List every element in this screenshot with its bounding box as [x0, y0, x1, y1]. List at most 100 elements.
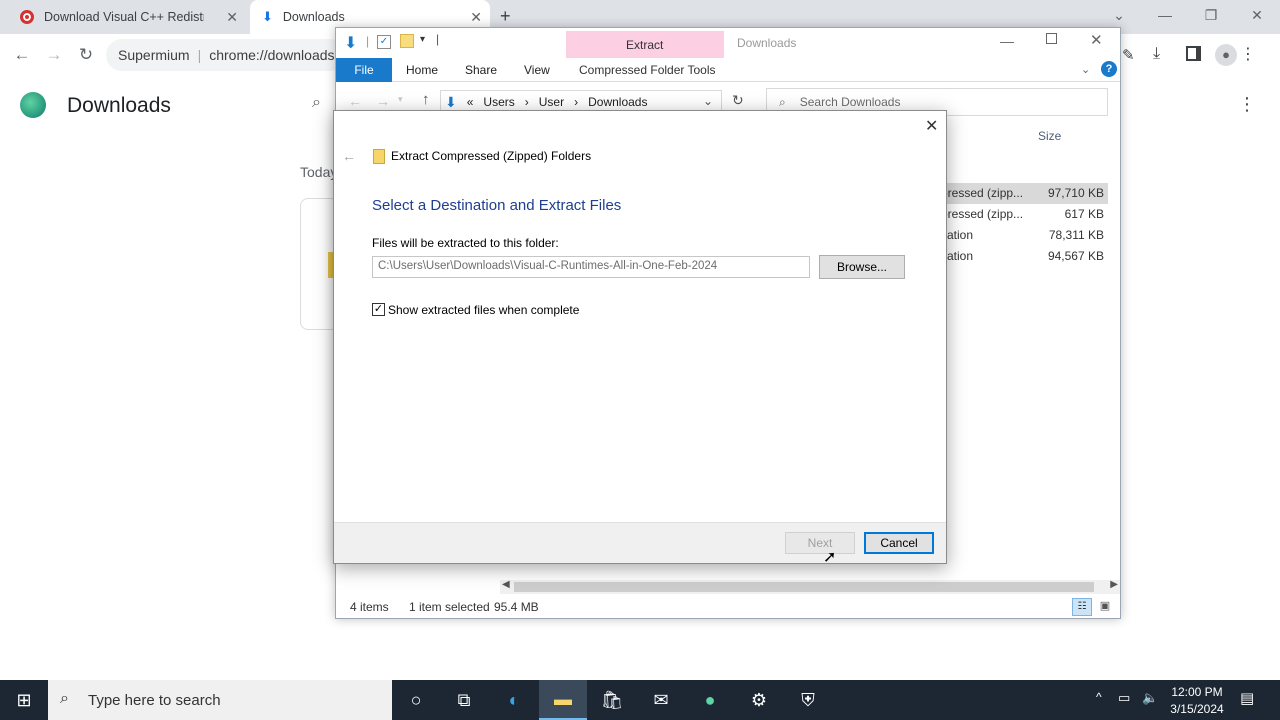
back-icon[interactable]: ←: [348, 93, 362, 109]
tab-home[interactable]: Home: [406, 58, 438, 82]
side-panel-icon[interactable]: [1186, 46, 1201, 61]
show-files-checkbox[interactable]: ✓: [372, 303, 385, 316]
refresh-icon[interactable]: ↻: [732, 92, 744, 109]
back-icon[interactable]: ←: [10, 44, 34, 68]
omnibox[interactable]: Supermium | chrome://downloads: [106, 39, 346, 71]
breadcrumb-overflow[interactable]: «: [467, 95, 474, 109]
address-dropdown-icon[interactable]: ⌄: [703, 94, 713, 108]
show-files-label[interactable]: Show extracted files when complete: [388, 303, 579, 317]
file-size: 617 KB: [1064, 207, 1104, 221]
volume-muted-icon[interactable]: 🔈: [1142, 690, 1158, 706]
selection-size: 95.4 MB: [494, 600, 539, 614]
quick-access-download-icon[interactable]: ⬇: [344, 33, 357, 53]
dialog-footer: Next Cancel: [334, 522, 946, 563]
restore-icon[interactable]: ❐: [1188, 0, 1234, 30]
tab-file[interactable]: File: [336, 58, 392, 82]
browse-button[interactable]: Browse...: [819, 255, 905, 279]
next-button[interactable]: Next: [785, 532, 855, 554]
help-icon[interactable]: ?: [1101, 61, 1117, 77]
tab-compressed-folder-tools[interactable]: Compressed Folder Tools: [579, 58, 716, 82]
divider: |: [436, 32, 440, 46]
close-tab-icon[interactable]: ✕: [226, 9, 238, 26]
file-size: 94,567 KB: [1047, 249, 1104, 263]
tab-view[interactable]: View: [524, 58, 550, 82]
properties-icon[interactable]: ✓: [377, 35, 391, 49]
customize-qat-icon[interactable]: ▾: [420, 34, 425, 45]
more-actions-icon[interactable]: ⋮: [1238, 94, 1256, 115]
reload-icon[interactable]: ↻: [74, 44, 98, 68]
file-size: 97,710 KB: [1047, 186, 1104, 200]
file-explorer-icon[interactable]: ▬: [539, 680, 587, 720]
scroll-left-icon[interactable]: ◀: [502, 579, 510, 590]
mail-icon[interactable]: ✉: [637, 680, 685, 720]
location-download-icon: ⬇: [445, 93, 457, 110]
forward-icon[interactable]: →: [376, 93, 390, 109]
extensions-icon[interactable]: ✎: [1122, 46, 1135, 64]
tab-title: Download Visual C++ Redistribu: [44, 10, 204, 24]
large-icons-view-icon[interactable]: ▣: [1096, 598, 1114, 616]
mouse-cursor-icon: ➚: [823, 549, 837, 566]
file-row[interactable]: cation 94,567 KB: [941, 246, 1108, 267]
taskbar-search[interactable]: ⌕ Type here to search: [48, 680, 392, 720]
file-row[interactable]: pressed (zipp... 97,710 KB: [941, 183, 1108, 204]
notifications-icon[interactable]: ▤: [1240, 689, 1254, 707]
ribbon-tabs: [336, 58, 1120, 82]
zip-folder-icon: [373, 149, 385, 164]
minimize-icon[interactable]: —: [1142, 0, 1188, 30]
supermium-icon[interactable]: ●: [686, 680, 734, 720]
close-window-icon[interactable]: ✕: [1234, 0, 1280, 30]
file-type: pressed (zipp...: [941, 186, 1024, 200]
file-row[interactable]: cation 78,311 KB: [941, 225, 1108, 246]
scroll-thumb[interactable]: [514, 582, 1094, 592]
task-view-icon[interactable]: ⧉: [440, 680, 488, 720]
network-icon[interactable]: ▭: [1118, 690, 1130, 706]
file-type: pressed (zipp...: [941, 207, 1024, 221]
taskbar-search-placeholder: Type here to search: [88, 691, 221, 709]
chevron-down-icon[interactable]: ⌄: [1096, 0, 1142, 30]
file-row[interactable]: pressed (zipp... 617 KB: [941, 204, 1108, 225]
omnibox-site: Supermium: [118, 47, 190, 63]
recent-locations-icon[interactable]: ▾: [398, 94, 403, 105]
breadcrumb-downloads[interactable]: Downloads: [588, 95, 647, 109]
details-view-icon[interactable]: ☷: [1072, 598, 1092, 616]
new-folder-icon[interactable]: [400, 34, 414, 48]
new-tab-icon[interactable]: +: [500, 6, 511, 27]
tab-share[interactable]: Share: [465, 58, 497, 82]
close-icon[interactable]: ✕: [1090, 31, 1103, 49]
up-icon[interactable]: ↑: [422, 91, 430, 108]
back-arrow-icon[interactable]: ←: [342, 148, 356, 164]
breadcrumb-user[interactable]: User: [539, 95, 564, 109]
close-icon[interactable]: ✕: [925, 116, 938, 136]
clock[interactable]: 12:00 PM 3/15/2024: [1166, 684, 1228, 718]
breadcrumb-users[interactable]: Users: [483, 95, 514, 109]
destination-label: Files will be extracted to this folder:: [372, 236, 559, 250]
security-shield-icon[interactable]: ⛨: [784, 680, 832, 720]
date-group-label: Today: [300, 164, 338, 180]
settings-icon[interactable]: ⚙: [735, 680, 783, 720]
forward-icon[interactable]: →: [42, 44, 66, 68]
tab-title: Downloads: [282, 10, 345, 24]
store-icon[interactable]: 🛍: [588, 680, 636, 720]
edge-icon[interactable]: ◐: [490, 680, 538, 720]
maximize-icon[interactable]: [1046, 33, 1057, 44]
expand-ribbon-icon[interactable]: ⌄: [1081, 63, 1090, 76]
column-header-size[interactable]: Size: [1038, 129, 1061, 143]
menu-icon[interactable]: ⋮: [1240, 44, 1256, 64]
search-placeholder: Search Downloads: [799, 95, 901, 109]
scroll-right-icon[interactable]: ▶: [1110, 579, 1118, 590]
tab-visual-cpp[interactable]: Download Visual C++ Redistribu ✕: [8, 0, 246, 34]
minimize-icon[interactable]: —: [1000, 33, 1014, 49]
profile-icon[interactable]: ●: [1215, 44, 1237, 66]
cortana-icon[interactable]: ○: [392, 680, 440, 720]
horizontal-scrollbar[interactable]: ◀ ▶: [500, 579, 1120, 594]
destination-path-input[interactable]: C:\Users\User\Downloads\Visual-C-Runtime…: [372, 256, 810, 278]
close-tab-icon[interactable]: ✕: [470, 9, 482, 26]
downloads-icon[interactable]: ⤓: [1153, 45, 1160, 63]
search-icon[interactable]: ⌕: [312, 94, 321, 112]
dialog-title: Extract Compressed (Zipped) Folders: [391, 149, 592, 163]
selection-count: 1 item selected: [409, 600, 490, 614]
tray-chevron-icon[interactable]: ^: [1096, 690, 1102, 704]
start-icon[interactable]: ⊞: [0, 680, 48, 720]
clock-date: 3/15/2024: [1170, 702, 1224, 716]
cancel-button[interactable]: Cancel: [864, 532, 934, 554]
